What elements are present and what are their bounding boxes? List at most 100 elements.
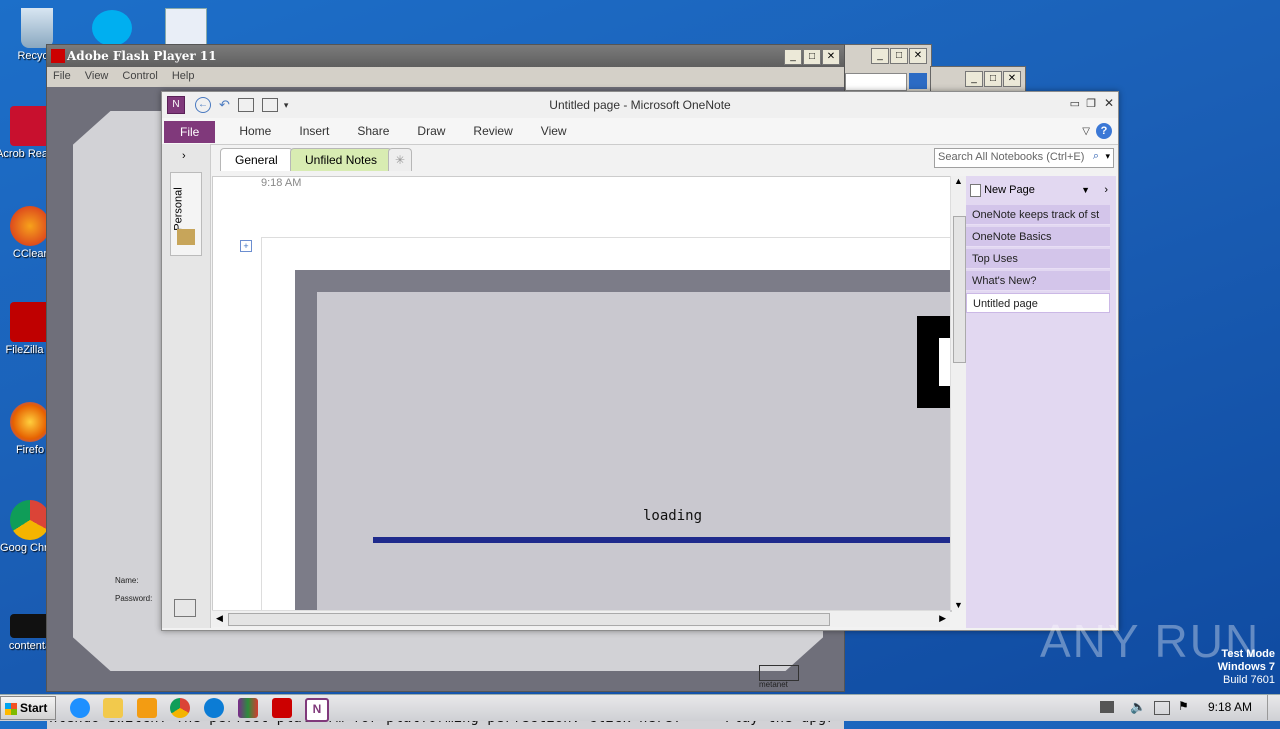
tab-view[interactable]: View — [527, 118, 581, 144]
page-canvas[interactable]: 9:18 AM + loading — [212, 176, 952, 612]
minimize-button[interactable]: ▭ — [1070, 97, 1080, 110]
flash-menu-bar: File View Control Help — [47, 67, 844, 85]
menu-file[interactable]: File — [53, 67, 71, 85]
ie-icon[interactable] — [70, 698, 90, 718]
edge-icon[interactable] — [204, 698, 224, 718]
action-center-flag-icon[interactable]: ⚑ — [1178, 699, 1189, 713]
chrome-icon[interactable] — [170, 698, 190, 718]
back-icon[interactable]: ← — [195, 97, 211, 113]
login-password-label: Password: — [115, 594, 153, 603]
desktop-icon-label: Firefo — [15, 444, 45, 456]
help-icon[interactable]: ? — [1096, 123, 1112, 139]
tab-home[interactable]: Home — [225, 118, 285, 144]
tab-draw[interactable]: Draw — [403, 118, 459, 144]
page-item[interactable]: OneNote Basics — [966, 227, 1110, 247]
page-item[interactable]: What's New? — [966, 271, 1110, 291]
search-dropdown-icon[interactable]: ▾ — [1105, 151, 1110, 162]
page-item-selected[interactable]: Untitled page — [966, 293, 1110, 313]
search-icon[interactable]: ⌕ — [1093, 150, 1099, 163]
tab-unfiled-notes[interactable]: Unfiled Notes — [290, 148, 393, 171]
explorer-icon[interactable] — [103, 698, 123, 718]
maximize-button[interactable]: □ — [803, 49, 821, 65]
flash-title-bar[interactable]: Adobe Flash Player 11 — [47, 45, 844, 67]
media-player-icon[interactable] — [137, 698, 157, 718]
tab-file[interactable]: File — [164, 121, 216, 143]
maximize-button[interactable]: □ — [984, 71, 1002, 87]
filezilla-icon — [10, 302, 50, 342]
minimize-button[interactable]: _ — [965, 71, 983, 87]
ccleaner-icon — [10, 206, 50, 246]
onenote-icon[interactable]: N — [305, 698, 329, 722]
tab-general[interactable]: General — [220, 148, 293, 171]
notebook-personal[interactable]: Personal — [170, 172, 202, 256]
new-section-icon[interactable]: ✳ — [388, 148, 413, 171]
flash-icon[interactable] — [272, 698, 292, 718]
volume-icon[interactable]: 🔈 — [1130, 699, 1146, 715]
embedded-flash-object[interactable]: loading — [295, 270, 951, 611]
close-button[interactable]: ✕ — [1104, 96, 1114, 110]
search-box[interactable]: Search All Notebooks (Ctrl+E) ⌕ ▾ — [934, 148, 1114, 168]
minimize-button[interactable]: _ — [784, 49, 802, 65]
new-page-dropdown-icon[interactable]: ▼ — [1081, 180, 1090, 200]
full-page-icon[interactable] — [261, 98, 278, 112]
clock[interactable]: 9:18 AM — [1208, 700, 1252, 714]
flash-icon — [51, 49, 65, 63]
onenote-title-bar[interactable]: N ← ↶ ▾ Untitled page - Microsoft OneNot… — [162, 92, 1118, 118]
expand-notebook-icon[interactable]: › — [182, 150, 186, 162]
page-item[interactable]: OneNote keeps track of st — [966, 205, 1110, 225]
network-icon[interactable] — [1100, 701, 1114, 713]
os-info: Test Mode Windows 7 Build 7601 — [1180, 648, 1275, 687]
tab-review[interactable]: Review — [459, 118, 526, 144]
onenote-window[interactable]: N ← ↶ ▾ Untitled page - Microsoft OneNot… — [161, 91, 1119, 631]
hscroll-thumb[interactable] — [228, 613, 830, 626]
background-window-2[interactable]: _ □ ✕ — [930, 66, 1026, 94]
skype-icon[interactable] — [92, 10, 132, 46]
window-title: Adobe Flash Player 11 — [67, 49, 217, 63]
chrome-icon — [10, 500, 50, 540]
close-button[interactable]: ✕ — [822, 49, 840, 65]
undo-icon[interactable]: ↶ — [219, 97, 230, 113]
word-icon[interactable] — [165, 8, 207, 48]
page-item[interactable]: Top Uses — [966, 249, 1110, 269]
winrar-icon[interactable] — [238, 698, 258, 718]
tab-insert[interactable]: Insert — [285, 118, 343, 144]
scroll-up-icon[interactable]: ▲ — [954, 176, 963, 186]
note-container-handle-icon[interactable]: + — [240, 240, 252, 252]
window-title: Untitled page - Microsoft OneNote — [549, 98, 731, 112]
ribbon-expand-icon[interactable]: ▽ — [1082, 126, 1090, 137]
scroll-left-icon[interactable]: ◀ — [216, 613, 223, 624]
close-button[interactable]: ✕ — [909, 48, 927, 64]
windows-logo-icon — [5, 702, 17, 715]
customize-toolbar-icon[interactable]: ▾ — [284, 100, 289, 111]
ribbon-tabs: File Home Insert Share Draw Review View … — [162, 118, 1118, 145]
background-window[interactable]: _ □ ✕ — [842, 44, 932, 94]
dock-icon[interactable] — [237, 98, 254, 112]
search-input[interactable] — [845, 73, 907, 91]
collapse-page-list-icon[interactable]: › — [1104, 180, 1108, 200]
close-button[interactable]: ✕ — [1003, 71, 1021, 87]
scroll-down-icon[interactable]: ▼ — [954, 600, 963, 610]
menu-view[interactable]: View — [85, 67, 109, 85]
onenote-logo-icon[interactable]: N — [167, 96, 185, 114]
minimize-button[interactable]: _ — [871, 48, 889, 64]
display-icon[interactable] — [1154, 701, 1170, 715]
acrobat-icon — [10, 106, 50, 146]
maximize-button[interactable]: □ — [890, 48, 908, 64]
menu-help[interactable]: Help — [172, 67, 195, 85]
scroll-thumb[interactable] — [953, 216, 966, 363]
search-input[interactable]: Search All Notebooks (Ctrl+E) — [938, 151, 1084, 163]
restore-button[interactable]: ❐ — [1086, 97, 1096, 110]
start-button[interactable]: Start — [0, 696, 56, 720]
tab-share[interactable]: Share — [343, 118, 403, 144]
scroll-right-icon[interactable]: ▶ — [939, 613, 946, 624]
search-icon[interactable] — [909, 73, 927, 89]
page-time: 9:18 AM — [261, 177, 302, 189]
menu-control[interactable]: Control — [122, 67, 157, 85]
new-page-label: New Page — [984, 184, 1035, 196]
new-page-button[interactable]: New Page ▼ › — [970, 180, 1112, 200]
os-version: Windows 7 — [1217, 661, 1275, 673]
horizontal-scrollbar[interactable]: ◀ ▶ — [212, 610, 950, 627]
vertical-scrollbar[interactable]: ▲ ▼ — [950, 176, 967, 610]
show-desktop-button[interactable] — [1267, 695, 1280, 720]
quick-notes-icon[interactable] — [174, 599, 196, 617]
